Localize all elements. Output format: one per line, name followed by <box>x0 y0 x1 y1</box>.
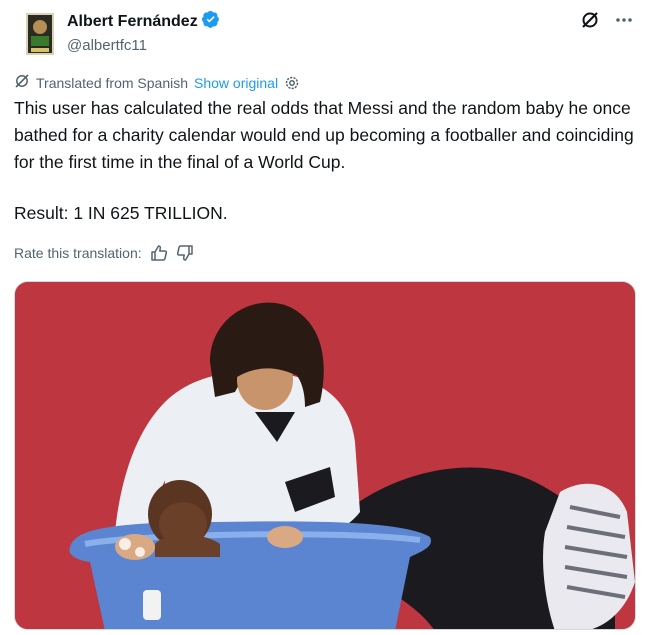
rate-translation: Rate this translation: <box>14 244 194 262</box>
more-icon[interactable] <box>614 10 634 30</box>
translate-icon <box>14 73 30 92</box>
grok-icon[interactable] <box>580 10 600 30</box>
rate-label: Rate this translation: <box>14 245 142 261</box>
thumbs-down-icon[interactable] <box>176 244 194 262</box>
show-original-link[interactable]: Show original <box>194 75 278 91</box>
verified-badge-icon <box>201 10 220 33</box>
author-handle[interactable]: @albertfc11 <box>67 37 220 54</box>
avatar-image <box>26 13 54 55</box>
translation-banner: Translated from Spanish Show original <box>14 73 300 92</box>
tweet-header: Albert Fernández @albertfc11 <box>14 8 634 58</box>
thumbs-up-icon[interactable] <box>150 244 168 262</box>
display-name[interactable]: Albert Fernández <box>67 13 198 31</box>
gear-icon[interactable] <box>284 75 300 91</box>
author-block: Albert Fernández @albertfc11 <box>67 10 220 54</box>
tweet-actions <box>580 10 634 30</box>
tweet-text: This user has calculated the real odds t… <box>14 98 634 172</box>
tweet-result: Result: 1 IN 625 TRILLION. <box>14 203 228 223</box>
translation-label: Translated from Spanish <box>36 74 188 91</box>
avatar[interactable] <box>20 10 60 58</box>
photo-illustration <box>15 282 635 629</box>
tweet-photo[interactable] <box>14 281 636 630</box>
